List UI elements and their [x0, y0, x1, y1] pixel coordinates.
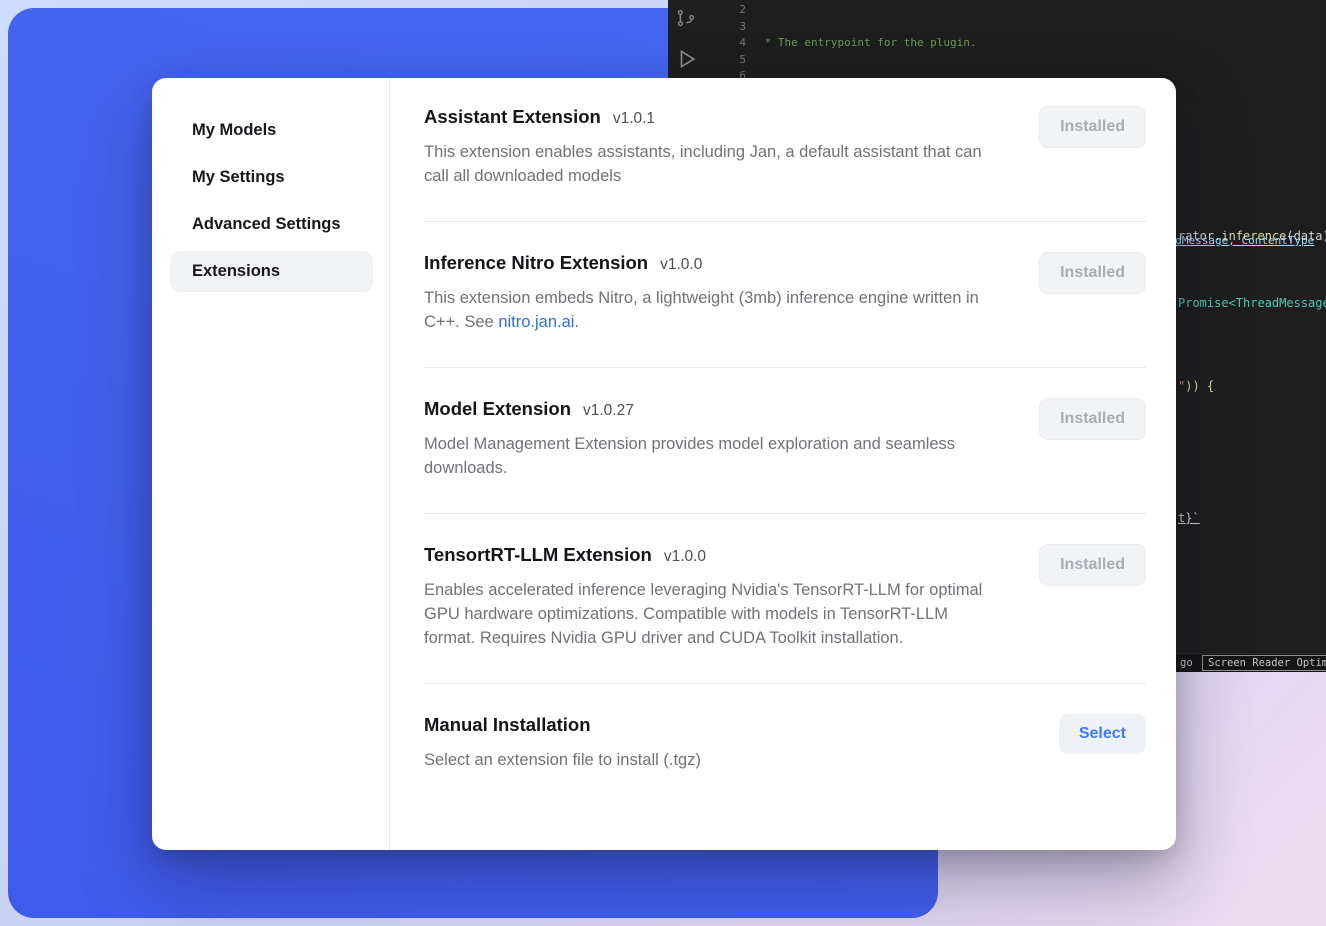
manual-installation-row: Manual Installation Select an extension …	[424, 683, 1146, 805]
extension-description: Enables accelerated inference leveraging…	[424, 578, 1002, 650]
extension-title: Model Extension	[424, 398, 571, 420]
nitro-jan-ai-link[interactable]: nitro.jan.ai.	[498, 313, 579, 331]
extension-description: This extension embeds Nitro, a lightweig…	[424, 286, 1002, 334]
extension-title: Assistant Extension	[424, 106, 601, 128]
extensions-list: Assistant Extension v1.0.1 This extensio…	[390, 78, 1176, 850]
settings-modal: My Models My Settings Advanced Settings …	[152, 78, 1176, 850]
installed-button[interactable]: Installed	[1039, 252, 1146, 294]
sidebar-item-my-settings[interactable]: My Settings	[170, 157, 373, 198]
screen-reader-chip: Screen Reader Optimized	[1202, 655, 1326, 671]
manual-installation-description: Select an extension file to install (.tg…	[424, 748, 701, 772]
source-control-icon[interactable]	[676, 8, 696, 31]
extension-row-model: Model Extension v1.0.27 Model Management…	[424, 367, 1146, 513]
sidebar-item-my-models[interactable]: My Models	[170, 110, 373, 151]
line-number: 2	[724, 2, 746, 19]
extension-row-nitro: Inference Nitro Extension v1.0.0 This ex…	[424, 221, 1146, 367]
code-fragment: t}`	[1178, 511, 1200, 525]
code-fragment: Promise<ThreadMessage>	[1178, 296, 1326, 310]
sidebar-item-extensions[interactable]: Extensions	[170, 251, 373, 292]
extension-title: Inference Nitro Extension	[424, 252, 648, 274]
select-file-button[interactable]: Select	[1059, 714, 1146, 754]
installed-button[interactable]: Installed	[1039, 544, 1146, 586]
line-number: 3	[724, 19, 746, 36]
status-text: go	[1180, 657, 1193, 669]
extension-description: Model Management Extension provides mode…	[424, 432, 1002, 480]
code-line: * The entrypoint for the plugin.	[758, 35, 1326, 52]
run-debug-icon[interactable]	[676, 48, 698, 73]
installed-button[interactable]: Installed	[1039, 398, 1146, 440]
extension-version: v1.0.1	[613, 110, 655, 128]
code-fragment: ")) {	[1178, 379, 1214, 393]
line-number: 4	[724, 35, 746, 52]
extension-title: TensortRT-LLM Extension	[424, 544, 652, 566]
extension-version: v1.0.0	[664, 548, 706, 566]
settings-sidebar: My Models My Settings Advanced Settings …	[152, 78, 390, 850]
manual-installation-title: Manual Installation	[424, 714, 591, 736]
extension-version: v1.0.0	[660, 256, 702, 274]
sidebar-item-advanced-settings[interactable]: Advanced Settings	[170, 204, 373, 245]
installed-button[interactable]: Installed	[1039, 106, 1146, 148]
line-number-gutter: 2 3 4 5 6	[724, 2, 746, 85]
extension-row-assistant: Assistant Extension v1.0.1 This extensio…	[424, 90, 1146, 221]
code-fragment: rator.inference(data));	[1178, 229, 1326, 243]
extension-version: v1.0.27	[583, 402, 634, 420]
extension-description: This extension enables assistants, inclu…	[424, 140, 1002, 188]
extension-row-tensorrt: TensortRT-LLM Extension v1.0.0 Enables a…	[424, 513, 1146, 683]
line-number: 5	[724, 52, 746, 69]
